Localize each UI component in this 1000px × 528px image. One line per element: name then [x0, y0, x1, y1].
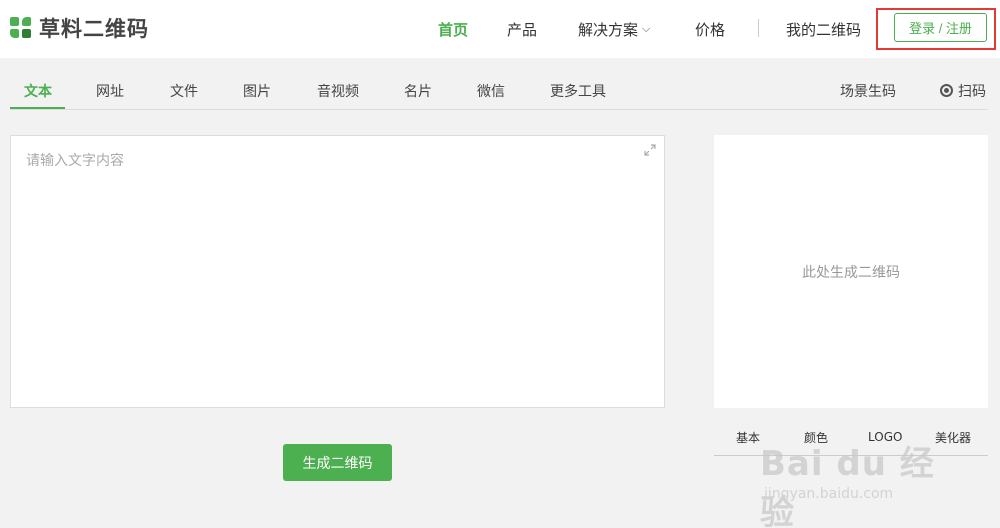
qrcode-preview: 此处生成二维码 [714, 135, 988, 408]
text-content-input[interactable] [11, 136, 664, 407]
baidu-watermark: Bai du 经验 jingyan.baidu.com [760, 436, 960, 528]
tab-more-tools-label: 更多工具 [550, 83, 606, 100]
tab-file-label: 文件 [170, 83, 198, 100]
nav-solutions[interactable]: 解决方案 ⌵ [578, 0, 650, 58]
scan-label: 扫码 [958, 83, 986, 100]
scan-icon [940, 84, 953, 97]
watermark-url-text: jingyan.baidu.com [764, 486, 894, 502]
qrcode-placeholder-text: 此处生成二维码 [802, 264, 900, 281]
settings-tab-basic-label: 基本 [736, 430, 761, 445]
nav-products[interactable]: 产品 [507, 0, 537, 58]
nav-solutions-label: 解决方案 [578, 20, 639, 39]
settings-tab-basic[interactable]: 基本 [736, 426, 760, 448]
scan-link[interactable]: 扫码 [940, 72, 986, 109]
tab-audio-video-label: 音视频 [317, 83, 359, 100]
nav-price-label: 价格 [695, 20, 726, 39]
tab-text[interactable]: 文本 [24, 72, 52, 109]
nav-my-qrcodes-label: 我的二维码 [786, 20, 862, 39]
tab-url-label: 网址 [96, 83, 124, 100]
chevron-down-icon: ⌵ [642, 22, 651, 35]
logo-icon [10, 17, 32, 39]
tab-text-label: 文本 [24, 83, 52, 100]
scene-generate-link[interactable]: 场景生码 [840, 72, 896, 109]
tab-image[interactable]: 图片 [243, 72, 271, 109]
generate-qrcode-button[interactable]: 生成二维码 [283, 444, 392, 481]
nav-home[interactable]: 首页 [438, 0, 468, 58]
nav-divider [758, 19, 759, 37]
tab-audio-video[interactable]: 音视频 [317, 72, 359, 109]
tab-wechat-label: 微信 [477, 83, 505, 100]
nav-my-qrcodes[interactable]: 我的二维码 [786, 0, 861, 58]
nav-products-label: 产品 [507, 20, 538, 39]
nav-home-label: 首页 [438, 20, 469, 39]
login-register-button[interactable]: 登录 / 注册 [894, 13, 987, 42]
active-tab-indicator [10, 107, 65, 109]
logo-text: 草料二维码 [39, 17, 149, 41]
tab-url[interactable]: 网址 [96, 72, 124, 109]
tab-more-tools[interactable]: 更多工具 [550, 72, 606, 109]
expand-icon[interactable] [644, 144, 656, 156]
tab-file[interactable]: 文件 [170, 72, 198, 109]
top-header: 草料二维码 首页 产品 解决方案 ⌵ 价格 我的二维码 登录 / 注册 [0, 0, 1000, 58]
text-editor-panel [10, 135, 665, 408]
nav-price[interactable]: 价格 [695, 0, 725, 58]
type-tabs: 文本 网址 文件 图片 音视频 名片 微信 更多工具 场景生码 扫码 [10, 72, 988, 110]
tab-business-card-label: 名片 [404, 83, 432, 100]
site-logo[interactable]: 草料二维码 [10, 14, 149, 42]
scene-generate-label: 场景生码 [840, 83, 896, 100]
tab-business-card[interactable]: 名片 [404, 72, 432, 109]
tab-wechat[interactable]: 微信 [477, 72, 505, 109]
tab-image-label: 图片 [243, 83, 271, 100]
watermark-main-text: Bai du 经验 [760, 444, 935, 528]
